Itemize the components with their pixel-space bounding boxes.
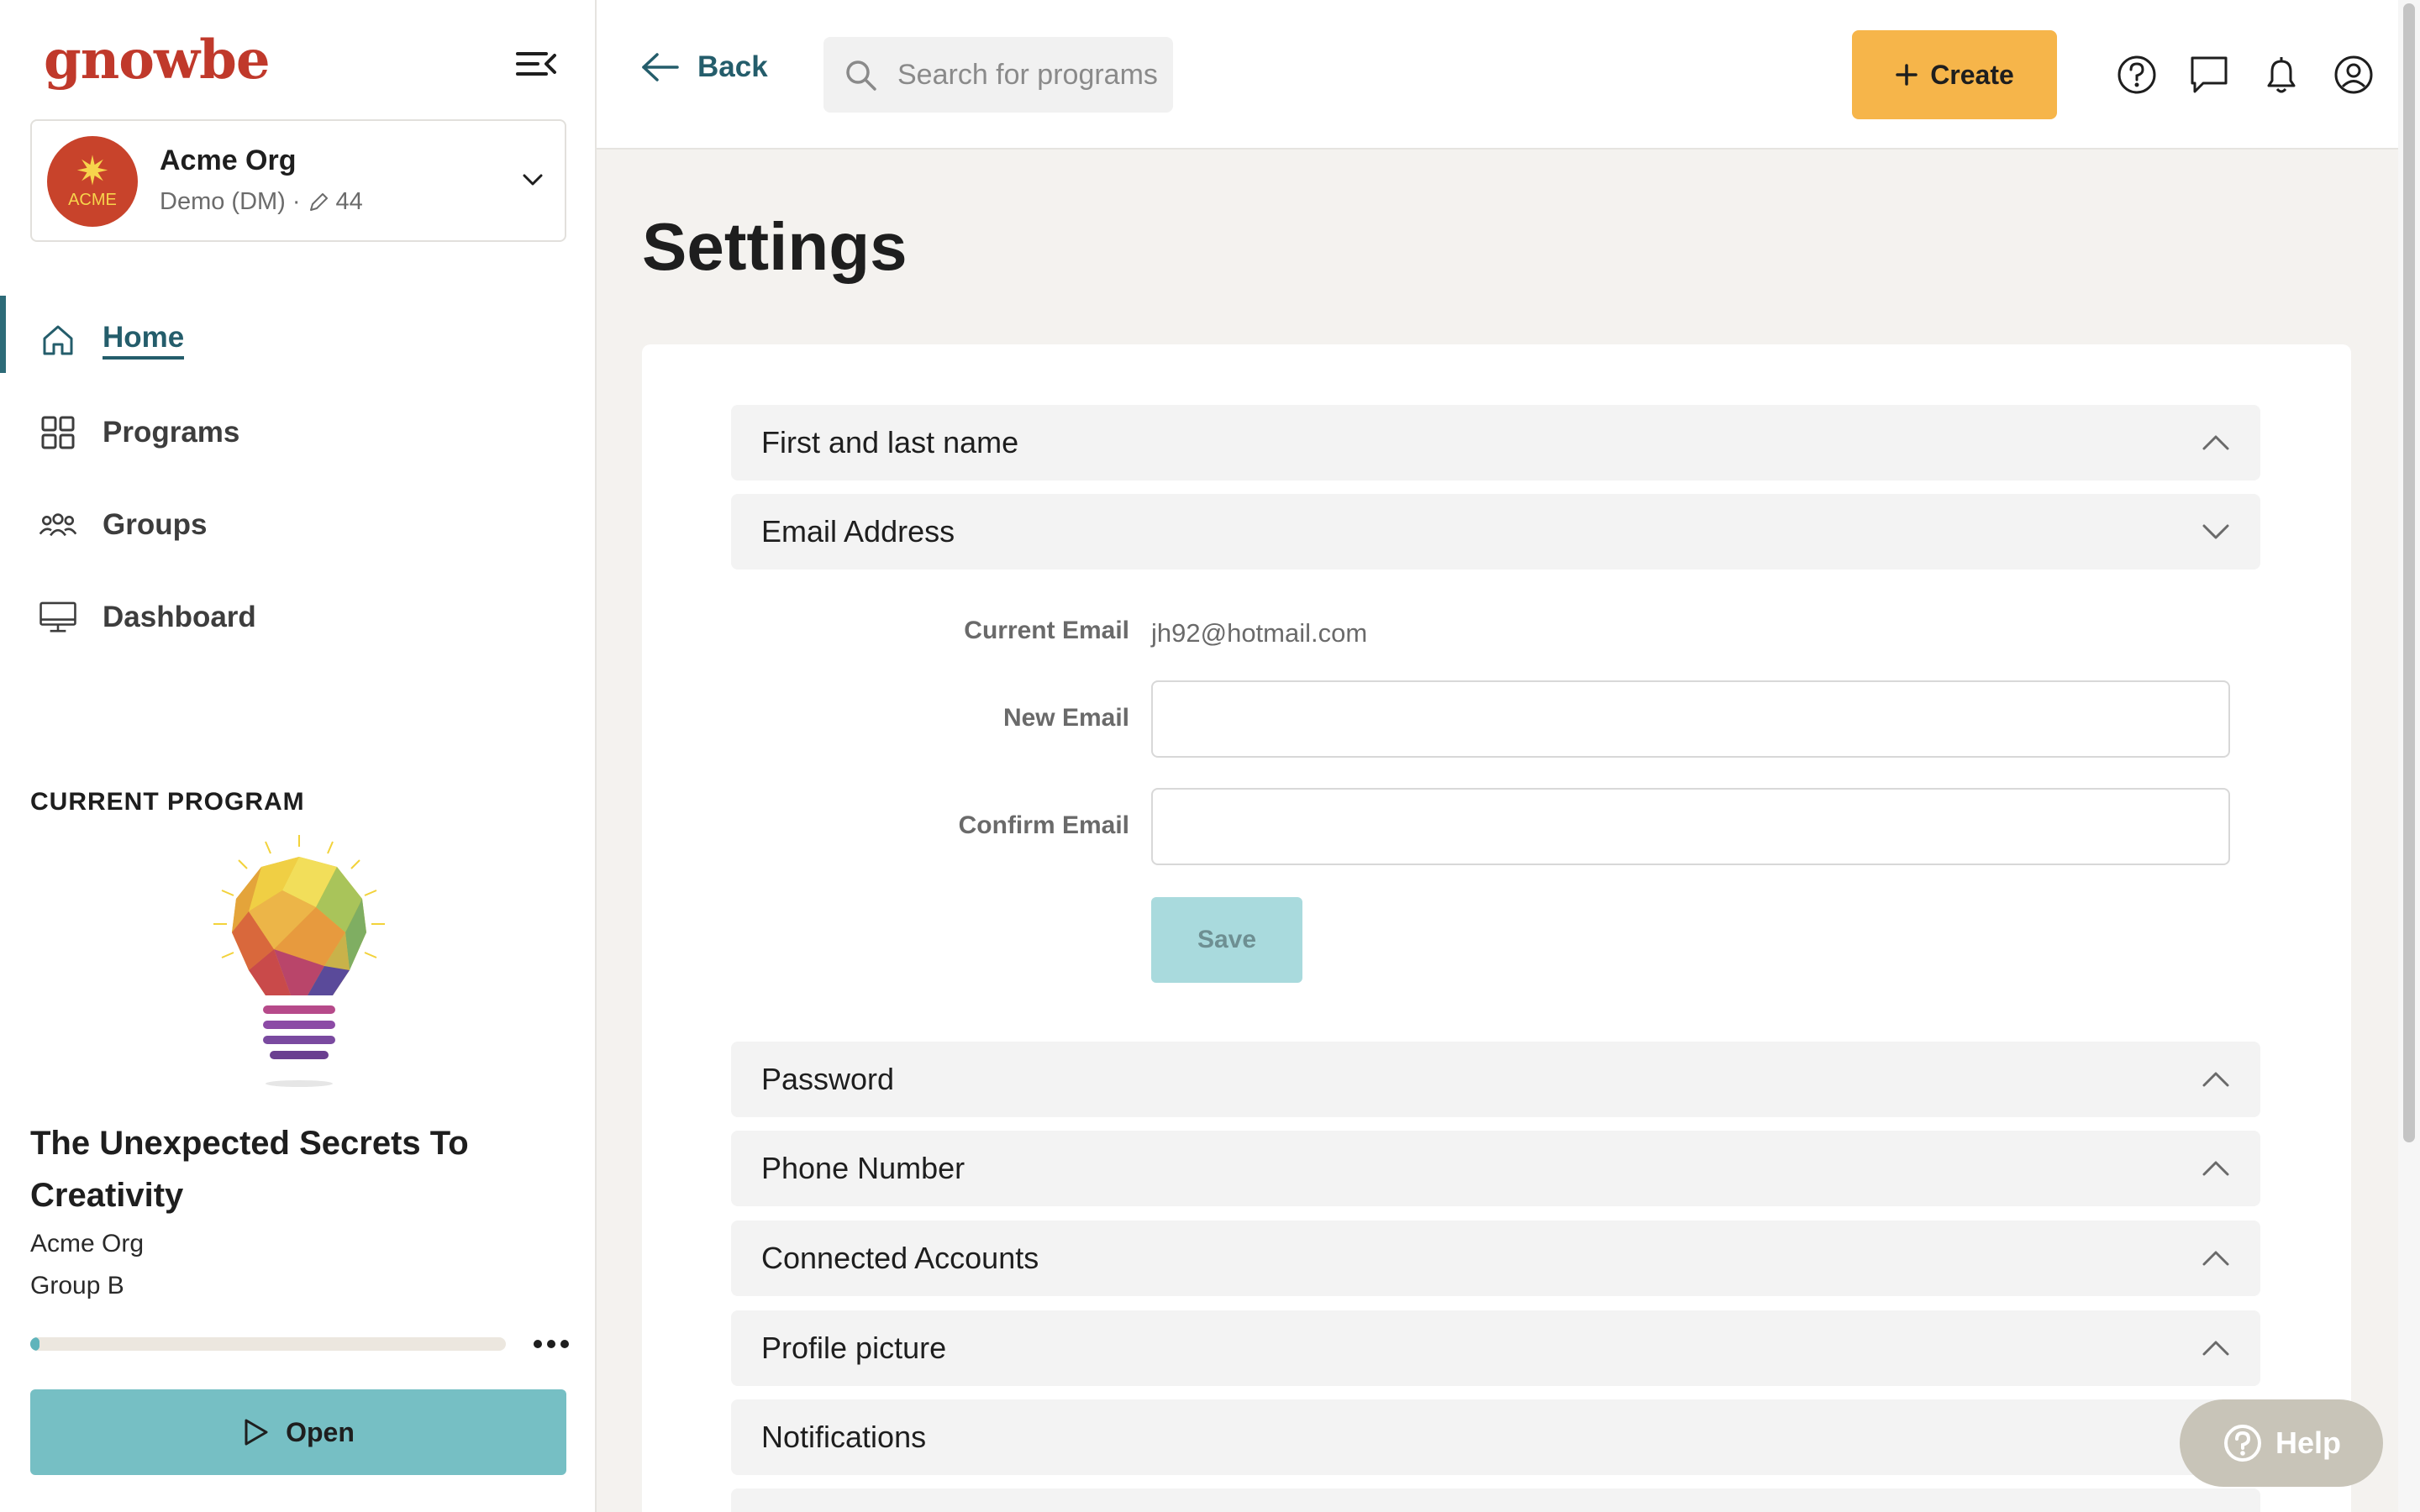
more-horizontal-icon — [534, 1340, 569, 1348]
settings-card: First and last name Email Address Curren… — [642, 344, 2351, 1512]
main-nav: Home Programs Groups Dashboard — [0, 294, 595, 664]
back-button[interactable]: Back — [640, 50, 768, 84]
chevron-up-icon — [2202, 435, 2229, 450]
new-email-field[interactable] — [1151, 680, 2230, 758]
nav-label-groups: Groups — [103, 508, 208, 541]
nav-item-home[interactable]: Home — [0, 294, 595, 386]
org-edit-count: 44 — [335, 188, 363, 215]
user-icon — [2334, 55, 2373, 94]
current-program-title[interactable]: The Unexpected Secrets To Creativity — [30, 1117, 568, 1221]
nav-label-dashboard: Dashboard — [103, 601, 256, 633]
current-program-heading: CURRENT PROGRAM — [30, 788, 305, 816]
section-connected-label: Connected Accounts — [761, 1241, 1039, 1275]
pencil-icon — [309, 192, 328, 211]
chevron-up-icon — [2202, 1341, 2229, 1356]
org-plan: Demo (DM) · — [160, 188, 301, 215]
open-program-button[interactable]: Open — [30, 1389, 566, 1475]
org-avatar: ✷ ACME — [47, 136, 138, 227]
sidebar: gnowbe ✷ ACME Acme Org Demo (DM) · 44 Ho… — [0, 0, 597, 1512]
save-email-button[interactable]: Save — [1151, 897, 1302, 983]
section-phone-label: Phone Number — [761, 1151, 965, 1185]
chevron-up-icon — [2202, 1161, 2229, 1176]
collapse-menu-icon — [516, 52, 556, 76]
section-notifications[interactable]: Notifications — [731, 1399, 2260, 1475]
help-circle-icon — [2223, 1425, 2261, 1462]
nav-item-groups[interactable]: Groups — [0, 479, 595, 571]
nav-item-dashboard[interactable]: Dashboard — [0, 571, 595, 664]
notifications-button[interactable] — [2260, 54, 2302, 96]
help-circle-icon — [2118, 55, 2156, 94]
gnowbe-logo[interactable]: gnowbe — [44, 29, 271, 92]
profile-button[interactable] — [2333, 54, 2375, 96]
page-title: Settings — [642, 209, 908, 284]
chevron-up-icon — [2202, 1251, 2229, 1266]
new-email-label: New Email — [1002, 704, 1129, 732]
confirm-email-field[interactable] — [1151, 788, 2230, 865]
section-picture-label: Profile picture — [761, 1331, 947, 1365]
chevron-down-icon — [2202, 524, 2229, 539]
section-email-label: Email Address — [761, 514, 955, 549]
grid-icon — [39, 413, 77, 452]
sunburst-icon: ✷ — [75, 149, 110, 194]
org-avatar-text: ACME — [68, 190, 117, 209]
chat-icon — [2191, 56, 2228, 93]
nav-label-home: Home — [103, 321, 185, 360]
search-bar[interactable] — [823, 37, 1173, 113]
plus-icon — [1896, 64, 1918, 86]
current-email-label: Current Email — [964, 617, 1129, 644]
confirm-email-label: Confirm Email — [958, 811, 1129, 839]
group-icon — [39, 506, 77, 544]
section-notifications-label: Notifications — [761, 1420, 927, 1454]
arrow-left-icon — [642, 53, 679, 81]
section-next[interactable] — [731, 1488, 2260, 1512]
search-input[interactable] — [897, 58, 1158, 92]
program-more-button[interactable] — [531, 1327, 571, 1361]
program-progress-bar — [30, 1337, 506, 1351]
section-name-label: First and last name — [761, 425, 1019, 459]
current-email-value: jh92@hotmail.com — [1151, 618, 1368, 648]
org-switcher[interactable]: ✷ ACME Acme Org Demo (DM) · 44 — [30, 119, 566, 242]
section-name[interactable]: First and last name — [731, 405, 2260, 480]
open-program-label: Open — [286, 1416, 355, 1447]
home-icon — [39, 321, 77, 360]
help-circle-button[interactable] — [2116, 54, 2158, 96]
section-password[interactable]: Password — [731, 1042, 2260, 1117]
messages-button[interactable] — [2188, 54, 2230, 96]
nav-item-programs[interactable]: Programs — [0, 386, 595, 479]
create-button[interactable]: Create — [1852, 30, 2057, 119]
play-icon — [245, 1419, 268, 1446]
bell-icon — [2267, 57, 2296, 93]
section-password-label: Password — [761, 1062, 895, 1096]
section-email[interactable]: Email Address — [731, 494, 2260, 570]
org-subtitle: Demo (DM) · 44 — [160, 188, 363, 216]
nav-label-programs: Programs — [103, 416, 240, 449]
page-scrollbar[interactable] — [2398, 0, 2420, 1512]
lightbulb-icon — [213, 835, 385, 1087]
current-program-group: Group B — [30, 1272, 124, 1299]
create-label: Create — [1930, 59, 2014, 90]
help-button[interactable]: Help — [2180, 1399, 2383, 1487]
scrollbar-thumb[interactable] — [2403, 3, 2415, 1142]
chevron-up-icon — [2202, 1072, 2229, 1087]
section-phone[interactable]: Phone Number — [731, 1131, 2260, 1206]
monitor-icon — [39, 598, 77, 637]
top-bar: Back Create — [597, 0, 2398, 150]
section-profile-picture[interactable]: Profile picture — [731, 1310, 2260, 1386]
help-label: Help — [2275, 1425, 2341, 1460]
program-cover-lightbulb[interactable] — [190, 832, 408, 1100]
org-name: Acme Org — [160, 144, 297, 176]
back-label: Back — [697, 50, 768, 83]
search-icon — [846, 60, 876, 91]
section-connected-accounts[interactable]: Connected Accounts — [731, 1221, 2260, 1296]
chevron-down-icon — [523, 174, 543, 186]
current-program-org: Acme Org — [30, 1230, 145, 1257]
program-progress-fill — [30, 1337, 40, 1351]
collapse-sidebar-button[interactable] — [513, 47, 558, 81]
